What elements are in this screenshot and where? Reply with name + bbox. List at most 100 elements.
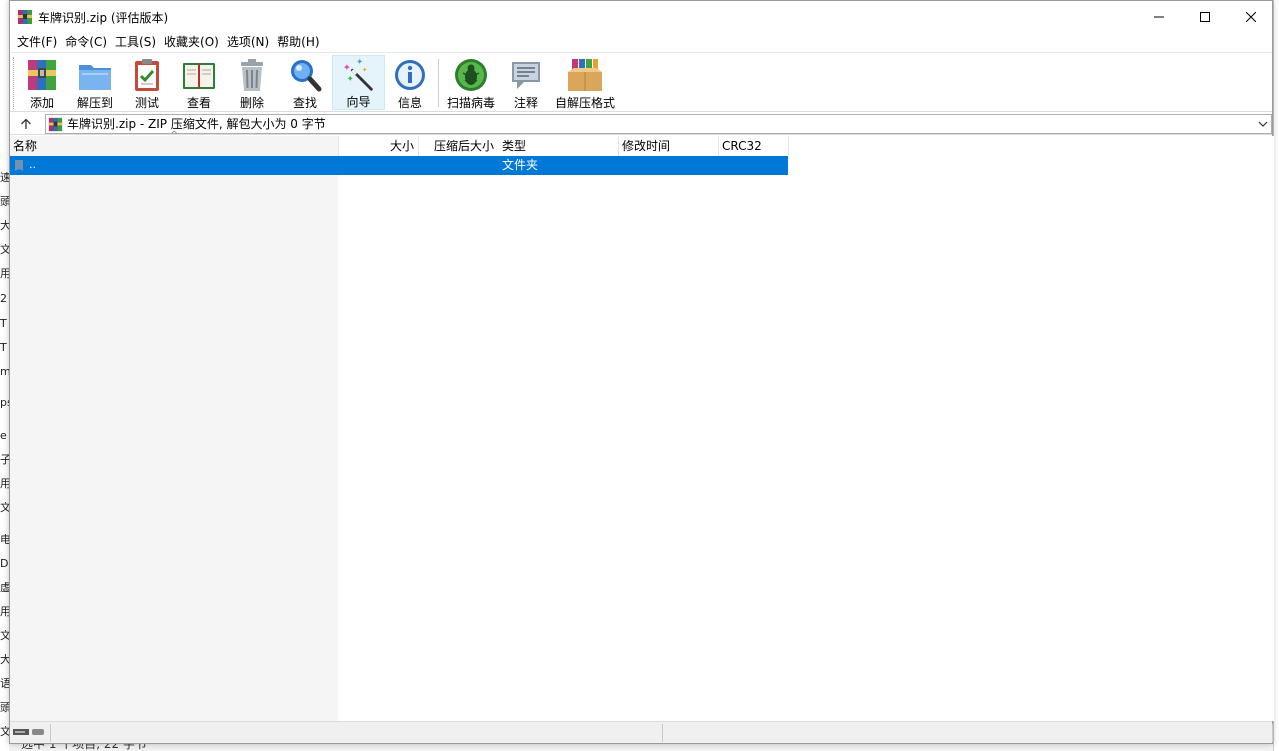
find-label: 查找: [292, 96, 317, 110]
bg-text-fragment: ps: [0, 397, 9, 409]
row-name: ..: [29, 158, 36, 171]
bg-text-fragment: 语: [0, 678, 9, 690]
toolbar: 添加 解压到 测试 查看 删除 查找 ✦ ✦ ✦ ✦ 向导 信息 扫描病毒 注释…: [10, 52, 1272, 112]
minimize-button[interactable]: [1136, 1, 1182, 32]
test-button[interactable]: 测试: [127, 55, 167, 110]
svg-text:✦: ✦: [342, 62, 350, 73]
bg-text-fragment: 文: [0, 630, 9, 642]
virus-scan-label: 扫描病毒: [446, 96, 495, 110]
sfx-box-icon: [568, 59, 602, 91]
sfx-button[interactable]: 自解压格式: [553, 55, 617, 110]
table-row-parent-folder[interactable]: .. 文件夹: [10, 156, 788, 175]
view-button[interactable]: 查看: [178, 55, 220, 110]
bg-text-fragment: 文: [0, 502, 9, 514]
bg-text-fragment: T: [0, 318, 7, 330]
column-header-modified[interactable]: 修改时间: [622, 136, 670, 156]
bg-text-fragment: D: [0, 558, 9, 570]
column-divider[interactable]: [618, 136, 619, 156]
bg-text-fragment: T: [0, 342, 7, 354]
find-button[interactable]: 查找: [285, 55, 325, 110]
bg-text-fragment: 用: [0, 268, 9, 280]
column-header-name[interactable]: 名称: [13, 136, 37, 156]
add-button[interactable]: 添加: [22, 55, 62, 110]
menu-options[interactable]: 选项(N): [223, 33, 273, 51]
bg-text-fragment: 速: [0, 172, 9, 184]
extract-to-button[interactable]: 解压到: [72, 55, 118, 110]
bg-text-fragment: 虚: [0, 582, 9, 594]
address-row: 车牌识别.zip - ZIP 压缩文件, 解包大小为 0 字节: [10, 113, 1272, 135]
bg-text-fragment: 用: [0, 606, 9, 618]
background-window-left: 速 頭 大 文 用 2 T T m ps e 子 用 文 电 D 虚 用 文 大…: [0, 0, 9, 751]
bg-text-fragment: 大: [0, 220, 9, 232]
bg-text-fragment: 大: [0, 654, 9, 666]
comment-label: 注释: [513, 96, 538, 110]
toolbar-grip[interactable]: [13, 57, 16, 109]
virus-scan-button[interactable]: 扫描病毒: [445, 55, 497, 110]
test-label: 测试: [134, 96, 159, 110]
extract-folder-icon: [79, 65, 111, 90]
title-bar[interactable]: 车牌识别.zip (评估版本): [10, 1, 1272, 32]
wizard-wand-icon: ✦ ✦ ✦ ✦: [342, 58, 373, 91]
minimize-icon: [1154, 16, 1164, 17]
name-column-area: [10, 136, 338, 721]
file-list[interactable]: ^ 名称 大小 压缩后大小 类型 修改时间 CRC32 .. 文件夹: [10, 130, 1274, 721]
zip-archive-icon: [48, 117, 63, 132]
chevron-down-icon[interactable]: [1258, 118, 1268, 130]
menu-favorites[interactable]: 收藏夹(O): [160, 33, 223, 51]
test-clipboard-icon: [135, 59, 159, 91]
column-header-crc32[interactable]: CRC32: [722, 136, 762, 156]
maximize-button[interactable]: [1182, 1, 1228, 32]
column-divider[interactable]: [418, 136, 419, 156]
drive-status-icon[interactable]: [12, 727, 46, 737]
menu-bar: 文件(F) 命令(C) 工具(S) 收藏夹(O) 选项(N) 帮助(H): [10, 32, 1272, 52]
address-combobox[interactable]: 车牌识别.zip - ZIP 压缩文件, 解包大小为 0 字节: [45, 114, 1272, 134]
info-label: 信息: [397, 96, 422, 110]
bg-text-fragment: 頭: [0, 702, 9, 714]
column-header-type[interactable]: 类型: [502, 136, 526, 156]
bg-text-fragment: 电: [0, 534, 9, 546]
winrar-app-icon: [18, 10, 32, 24]
add-label: 添加: [29, 96, 54, 110]
close-icon: [1246, 11, 1256, 22]
info-button[interactable]: 信息: [390, 55, 430, 110]
arrow-up-icon: [21, 118, 31, 129]
up-one-level-button[interactable]: [16, 115, 36, 133]
svg-text:✦: ✦: [346, 75, 353, 85]
bg-text-fragment: e: [0, 430, 7, 442]
parent-folder-icon: [15, 160, 23, 171]
column-header-packed-size[interactable]: 压缩后大小: [434, 136, 494, 156]
menu-tools[interactable]: 工具(S): [111, 33, 160, 51]
column-divider[interactable]: [788, 136, 789, 156]
bg-text-fragment: 用: [0, 478, 9, 490]
menu-help[interactable]: 帮助(H): [273, 33, 323, 51]
wizard-button[interactable]: ✦ ✦ ✦ ✦ 向导: [332, 55, 385, 110]
svg-text:✦: ✦: [361, 66, 367, 74]
row-type: 文件夹: [502, 158, 539, 172]
delete-label: 删除: [239, 96, 264, 110]
status-divider: [50, 724, 51, 742]
bg-text-fragment: 文: [0, 726, 9, 738]
archive-path: 车牌识别.zip - ZIP 压缩文件, 解包大小为 0 字节: [67, 117, 326, 131]
trash-icon: [241, 59, 263, 91]
bg-text-fragment: 頭: [0, 196, 9, 208]
sort-ascending-icon: ^: [170, 130, 179, 141]
window-title: 车牌识别.zip (评估版本): [38, 11, 169, 25]
menu-command[interactable]: 命令(C): [61, 33, 111, 51]
magnifier-icon: [291, 60, 322, 92]
bg-text-fragment: 文: [0, 244, 9, 256]
virus-scan-icon: [455, 59, 487, 91]
comment-icon: [512, 62, 540, 89]
view-label: 查看: [186, 96, 211, 110]
winrar-window: 车牌识别.zip (评估版本) 文件(F) 命令(C) 工具(S) 收藏夹(O)…: [9, 0, 1274, 744]
menu-file[interactable]: 文件(F): [13, 33, 61, 51]
status-divider: [1272, 724, 1273, 742]
extract-to-label: 解压到: [76, 96, 113, 110]
column-header-size[interactable]: 大小: [390, 136, 414, 156]
column-divider[interactable]: [338, 136, 339, 156]
delete-button[interactable]: 删除: [232, 55, 272, 110]
column-divider[interactable]: [718, 136, 719, 156]
comment-button[interactable]: 注释: [506, 55, 546, 110]
close-button[interactable]: [1228, 1, 1274, 32]
add-archive-icon: [28, 60, 56, 90]
status-bar: [10, 721, 1273, 743]
